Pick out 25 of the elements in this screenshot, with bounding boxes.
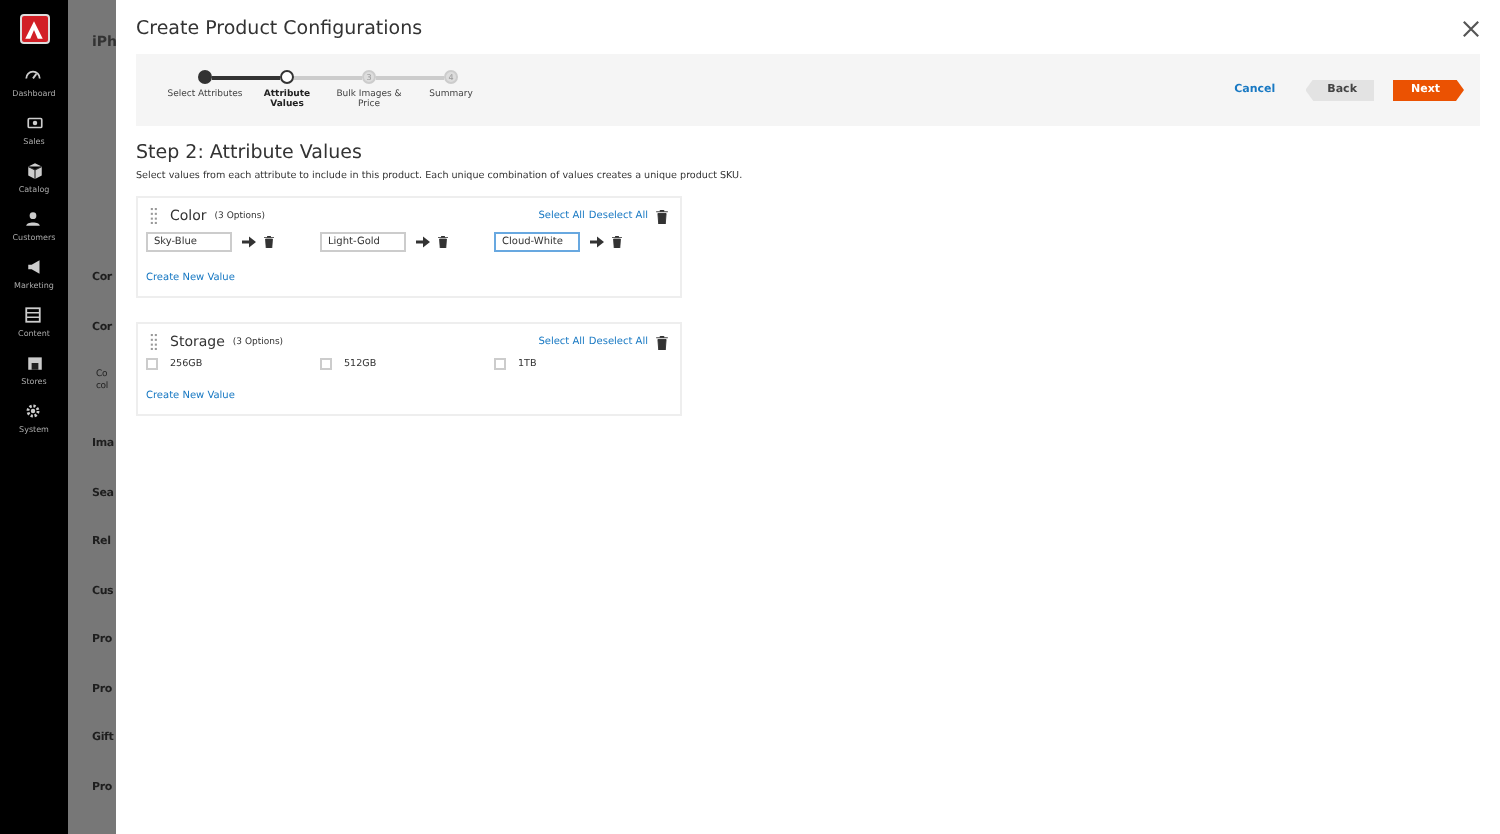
trash-icon[interactable] [438,236,448,248]
trash-icon[interactable] [612,236,622,248]
arrow-right-icon[interactable] [242,236,256,248]
store-icon [25,354,43,372]
close-icon[interactable] [1462,19,1480,37]
drag-handle-icon[interactable] [150,334,158,350]
person-icon [24,210,43,228]
trash-icon[interactable] [264,236,274,248]
arrow-right-icon[interactable] [590,236,604,248]
checkbox[interactable] [494,358,506,370]
trash-icon[interactable] [656,335,668,349]
list-icon [24,306,43,324]
gauge-icon [24,66,43,84]
trash-icon[interactable] [656,209,668,223]
modal-title: Create Product Configurations [136,17,423,39]
step-heading: Step 2: Attribute Values [136,142,362,164]
gear-icon [24,402,43,420]
drag-handle-icon[interactable] [150,208,158,224]
checkbox[interactable] [146,358,158,370]
checkbox[interactable] [320,358,332,370]
logo-icon [19,14,49,44]
megaphone-icon [25,258,43,276]
money-icon [25,114,43,132]
arrow-right-icon[interactable] [416,236,430,248]
cube-icon [25,162,43,180]
